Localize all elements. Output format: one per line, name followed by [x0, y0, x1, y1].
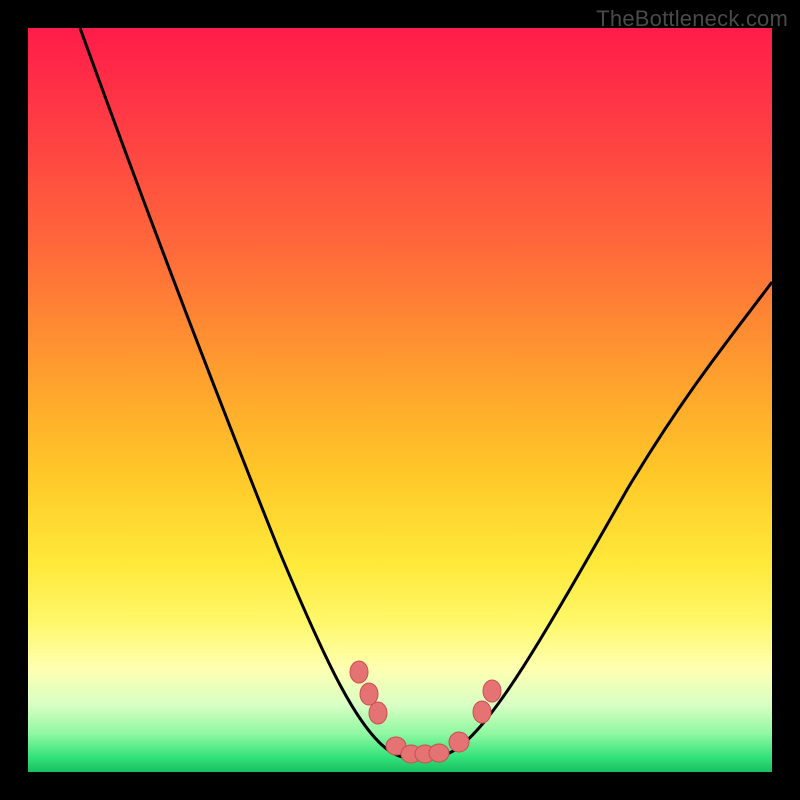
watermark-text: TheBottleneck.com: [596, 6, 788, 32]
outer-frame: TheBottleneck.com: [0, 0, 800, 800]
bead: [473, 701, 491, 723]
bead-group: [350, 661, 501, 763]
bead: [449, 732, 469, 752]
bead: [429, 744, 449, 762]
chart-svg: [28, 28, 772, 772]
bead: [483, 680, 501, 702]
bead: [360, 683, 378, 705]
bottleneck-curve: [80, 28, 772, 760]
bead: [350, 661, 368, 683]
bead: [369, 702, 387, 724]
